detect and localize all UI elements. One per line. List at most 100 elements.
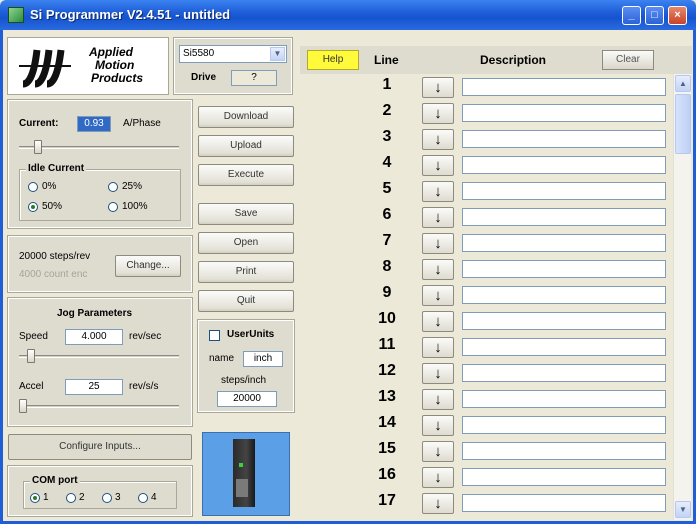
down-arrow-icon[interactable]: ↓ xyxy=(422,233,454,254)
line-description-input[interactable] xyxy=(462,260,666,278)
user-units-checkbox[interactable] xyxy=(209,330,220,341)
down-arrow-icon[interactable]: ↓ xyxy=(422,103,454,124)
line-number: 3 xyxy=(382,128,392,145)
line-number: 16 xyxy=(378,466,396,483)
com-radio-4[interactable] xyxy=(138,493,148,503)
line-description-input[interactable] xyxy=(462,156,666,174)
line-number: 15 xyxy=(378,440,396,457)
drive-image xyxy=(202,432,290,516)
line-description-input[interactable] xyxy=(462,286,666,304)
line-description-input[interactable] xyxy=(462,468,666,486)
upload-button[interactable]: Upload xyxy=(198,135,294,157)
down-arrow-icon[interactable]: ↓ xyxy=(422,441,454,462)
user-units-name-input[interactable]: inch xyxy=(243,351,283,367)
line-number: 7 xyxy=(382,232,392,249)
line-description-input[interactable] xyxy=(462,182,666,200)
jog-accel-slider-thumb[interactable] xyxy=(19,399,27,413)
current-input[interactable]: 0.93 xyxy=(77,116,111,132)
change-button[interactable]: Change... xyxy=(115,255,181,277)
down-arrow-icon[interactable]: ↓ xyxy=(422,389,454,410)
idle-option-0: 0% xyxy=(42,181,57,192)
down-arrow-icon[interactable]: ↓ xyxy=(422,493,454,514)
line-number: 13 xyxy=(378,388,396,405)
program-grid: 1 ↓ 2 ↓ 3 ↓ 4 ↓ 5 ↓ 6 ↓ 7 ↓ 8 ↓ 9 ↓ 10 ↓ 11 ↓ 12 ↓ 13 ↓ 14 ↓ 15 ↓ 16 ↓ 1… xyxy=(300,74,670,521)
down-arrow-icon[interactable]: ↓ xyxy=(422,155,454,176)
print-button[interactable]: Print xyxy=(198,261,294,283)
scroll-down-icon[interactable]: ▼ xyxy=(675,501,691,518)
down-arrow-icon[interactable]: ↓ xyxy=(422,337,454,358)
execute-button[interactable]: Execute xyxy=(198,164,294,186)
current-slider-track[interactable] xyxy=(19,146,179,149)
logo-text-motion: Motion xyxy=(95,58,135,72)
steps-per-inch-input[interactable]: 20000 xyxy=(217,391,277,407)
down-arrow-icon[interactable]: ↓ xyxy=(422,415,454,436)
idle-current-group: Idle Current 0% 25% 50% 100% xyxy=(19,163,181,221)
table-row: 12 ↓ xyxy=(300,360,670,386)
idle-option-25: 25% xyxy=(122,181,143,192)
line-number: 8 xyxy=(382,258,392,275)
vertical-scrollbar[interactable]: ▲ ▼ xyxy=(673,74,691,520)
line-description-input[interactable] xyxy=(462,338,666,356)
idle-option-100: 100% xyxy=(122,201,148,212)
down-arrow-icon[interactable]: ↓ xyxy=(422,207,454,228)
configure-inputs-button[interactable]: Configure Inputs... xyxy=(8,434,192,460)
jog-speed-label: Speed xyxy=(19,331,48,342)
scroll-up-icon[interactable]: ▲ xyxy=(675,75,691,92)
chevron-down-icon[interactable]: ▼ xyxy=(270,47,285,61)
table-row: 17 ↓ xyxy=(300,490,670,516)
current-label: Current: xyxy=(19,118,59,129)
line-column-header: Line xyxy=(374,53,399,67)
down-arrow-icon[interactable]: ↓ xyxy=(422,129,454,150)
current-slider-thumb[interactable] xyxy=(34,140,43,154)
save-button[interactable]: Save xyxy=(198,203,294,225)
idle-radio-100[interactable] xyxy=(108,202,118,212)
quit-button[interactable]: Quit xyxy=(198,290,294,312)
jog-speed-slider-track[interactable] xyxy=(19,355,179,358)
grid-header: Help Line Description Clear xyxy=(300,46,692,74)
idle-radio-0[interactable] xyxy=(28,182,38,192)
open-button[interactable]: Open xyxy=(198,232,294,254)
jog-accel-input[interactable]: 25 xyxy=(65,379,123,395)
line-description-input[interactable] xyxy=(462,234,666,252)
jog-panel: Jog Parameters Speed 4.000 rev/sec Accel… xyxy=(7,297,193,427)
down-arrow-icon[interactable]: ↓ xyxy=(422,181,454,202)
down-arrow-icon[interactable]: ↓ xyxy=(422,363,454,384)
jog-speed-input[interactable]: 4.000 xyxy=(65,329,123,345)
idle-radio-25[interactable] xyxy=(108,182,118,192)
line-description-input[interactable] xyxy=(462,104,666,122)
line-description-input[interactable] xyxy=(462,130,666,148)
line-description-input[interactable] xyxy=(462,208,666,226)
com-radio-1[interactable] xyxy=(30,493,40,503)
drive-model-select[interactable]: Si5580 ▼ xyxy=(179,45,287,63)
com-radio-3[interactable] xyxy=(102,493,112,503)
line-description-input[interactable] xyxy=(462,416,666,434)
table-row: 1 ↓ xyxy=(300,74,670,100)
down-arrow-icon[interactable]: ↓ xyxy=(422,285,454,306)
down-arrow-icon[interactable]: ↓ xyxy=(422,259,454,280)
line-description-input[interactable] xyxy=(462,78,666,96)
line-description-input[interactable] xyxy=(462,312,666,330)
jog-accel-slider-track[interactable] xyxy=(19,405,179,408)
line-description-input[interactable] xyxy=(462,494,666,512)
clear-button[interactable]: Clear xyxy=(602,50,654,70)
table-row: 7 ↓ xyxy=(300,230,670,256)
line-number: 17 xyxy=(378,492,396,509)
down-arrow-icon[interactable]: ↓ xyxy=(422,467,454,488)
download-button[interactable]: Download xyxy=(198,106,294,128)
down-arrow-icon[interactable]: ↓ xyxy=(422,311,454,332)
line-description-input[interactable] xyxy=(462,390,666,408)
down-arrow-icon[interactable]: ↓ xyxy=(422,77,454,98)
com-radio-2[interactable] xyxy=(66,493,76,503)
maximize-button[interactable]: □ xyxy=(645,6,664,25)
table-row: 11 ↓ xyxy=(300,334,670,360)
drive-panel: Si5580 ▼ Drive ? xyxy=(173,37,293,95)
scroll-thumb[interactable] xyxy=(675,94,691,154)
line-description-input[interactable] xyxy=(462,442,666,460)
close-button[interactable]: × xyxy=(668,6,687,25)
idle-radio-50[interactable] xyxy=(28,202,38,212)
logo-text-applied: Applied xyxy=(89,45,133,59)
line-description-input[interactable] xyxy=(462,364,666,382)
minimize-button[interactable]: _ xyxy=(622,6,641,25)
jog-speed-slider-thumb[interactable] xyxy=(26,349,35,363)
help-button[interactable]: Help xyxy=(307,50,359,70)
